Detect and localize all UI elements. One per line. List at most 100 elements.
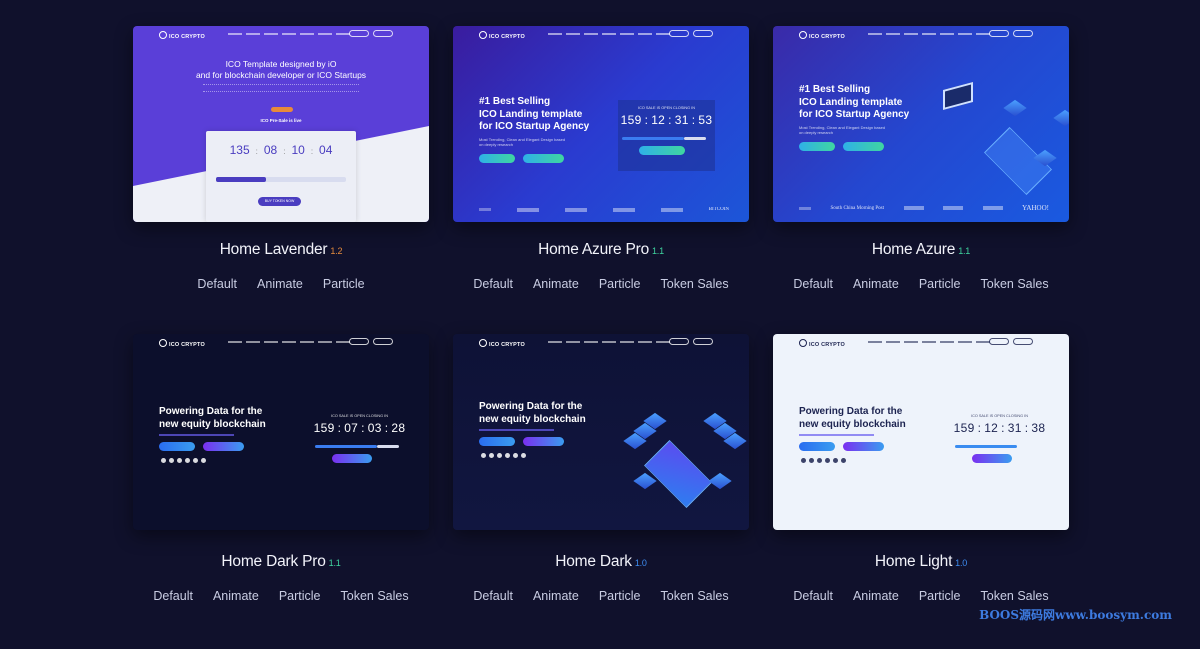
thumb-nav-link <box>282 341 296 343</box>
countdown-value: 08 <box>263 143 278 157</box>
thumb-navbar: ICO CRYPTO <box>453 334 749 350</box>
thumb-nav-links <box>228 33 350 35</box>
thumb-nav-button <box>669 30 689 37</box>
variant-link-animate[interactable]: Animate <box>853 277 899 291</box>
variant-link-default[interactable]: Default <box>793 589 833 603</box>
variant-link-particle[interactable]: Particle <box>919 589 961 603</box>
thumb-social-icon <box>505 453 510 458</box>
variant-link-token-sales[interactable]: Token Sales <box>981 277 1049 291</box>
variant-link-animate[interactable]: Animate <box>853 589 899 603</box>
partner-logo: BITCOIN <box>708 207 729 212</box>
countdown-value: 31 <box>1007 421 1022 435</box>
template-variant-links: Default Animate Particle Token Sales <box>133 589 429 603</box>
template-title: Home Azure 1.1 <box>773 241 1069 259</box>
thumb-buy-button: BUY TOKEN NOW <box>258 197 301 206</box>
isometric-cube-illustration <box>1003 99 1027 117</box>
template-thumbnail[interactable]: ICO CRYPTO ICO Template designed by iO and… <box>133 26 429 222</box>
isometric-cube-illustration <box>708 472 732 490</box>
thumb-countdown-values: 159:12:31:38 <box>951 421 1048 435</box>
thumb-countdown-title: ICO SALE IS OPEN CLOSING IN <box>331 414 388 418</box>
variant-link-particle[interactable]: Particle <box>919 277 961 291</box>
template-name: Home Dark <box>555 553 632 570</box>
countdown-separator: : <box>283 147 286 156</box>
template-title: Home Azure Pro 1.1 <box>453 241 749 259</box>
template-thumbnail[interactable]: ICO CRYPTO Powering Data for the new equit… <box>133 334 429 530</box>
thumb-nav-link <box>620 33 634 35</box>
countdown-value: 12 <box>984 421 999 435</box>
thumb-nav-link <box>548 341 562 343</box>
variant-link-animate[interactable]: Animate <box>213 589 259 603</box>
template-thumbnail[interactable]: ICO CRYPTO #1 Best Selling ICO Landing tem… <box>453 26 749 222</box>
thumb-social-icon <box>185 458 190 463</box>
thumb-logo: ICO CRYPTO <box>799 339 845 348</box>
variant-link-animate[interactable]: Animate <box>533 277 579 291</box>
variant-link-animate[interactable]: Animate <box>257 277 303 291</box>
variant-link-animate[interactable]: Animate <box>533 589 579 603</box>
thumb-countdown-values: 159:12:31:53 <box>618 113 715 127</box>
partner-logo <box>982 206 1003 210</box>
thumb-heading: new equity blockchain <box>479 413 586 425</box>
thumb-nav-link <box>638 33 652 35</box>
thumb-nav-link <box>566 341 580 343</box>
thumb-nav-link <box>904 33 918 35</box>
template-thumbnail[interactable]: ICO CRYPTO Powering Data for the new equit… <box>773 334 1069 530</box>
thumb-logo: ICO CRYPTO <box>159 31 205 40</box>
countdown-separator: : <box>310 147 314 156</box>
thumb-nav-button <box>989 30 1009 37</box>
thumb-nav-link <box>638 341 652 343</box>
thumb-partner-logos: South China Morning Post YAHOO! <box>799 204 1049 212</box>
template-thumbnail[interactable]: ICO CRYPTO Powering Data for the new equit… <box>453 334 749 530</box>
thumb-description <box>799 434 874 436</box>
thumb-nav-link <box>300 341 314 343</box>
thumb-secondary-button <box>843 141 884 151</box>
thumb-nav-links <box>548 341 670 343</box>
thumb-social-icon <box>513 453 518 458</box>
laptop-illustration <box>943 81 973 111</box>
variant-link-particle[interactable]: Particle <box>599 589 641 603</box>
thumb-nav-link <box>282 33 296 35</box>
thumb-progress-fill <box>955 445 1017 448</box>
thumb-nav-link <box>228 341 242 343</box>
thumb-nav-link <box>228 33 242 35</box>
thumb-nav-link <box>602 341 616 343</box>
thumb-secondary-button <box>843 442 884 451</box>
thumb-nav-button <box>373 30 393 37</box>
template-title: Home Lavender 1.2 <box>133 241 429 259</box>
variant-link-particle[interactable]: Particle <box>279 589 321 603</box>
template-name: Home Azure <box>871 241 956 258</box>
variant-link-token-sales[interactable]: Token Sales <box>981 589 1049 603</box>
thumb-primary-button <box>799 442 835 451</box>
variant-link-default[interactable]: Default <box>473 589 513 603</box>
thumb-countdown-values: 159:07:03:28 <box>311 421 408 435</box>
partner-logo <box>943 206 964 210</box>
isometric-platform-illustration <box>644 440 712 508</box>
thumb-logo: ICO CRYPTO <box>479 31 525 40</box>
thumb-social-icon <box>825 458 830 463</box>
variant-link-token-sales[interactable]: Token Sales <box>661 589 729 603</box>
variant-link-particle[interactable]: Particle <box>323 277 365 291</box>
countdown-separator: : <box>255 147 258 156</box>
thumb-nav-link <box>868 33 882 35</box>
thumb-social-icon <box>481 453 486 458</box>
thumb-logo: ICO CRYPTO <box>479 339 525 348</box>
template-title: Home Light 1.0 <box>773 553 1069 571</box>
partner-logo <box>612 207 635 212</box>
thumb-nav-link <box>566 33 580 35</box>
variant-link-token-sales[interactable]: Token Sales <box>661 277 729 291</box>
variant-link-default[interactable]: Default <box>793 277 833 291</box>
variant-link-default[interactable]: Default <box>197 277 237 291</box>
variant-link-particle[interactable]: Particle <box>599 277 641 291</box>
thumb-social-icon <box>201 458 206 463</box>
template-thumbnail[interactable]: ICO CRYPTO #1 Best Selling ICO Landing tem… <box>773 26 1069 222</box>
thumb-description: Most Trending, Clean and Elegant Design … <box>479 136 566 148</box>
version-badge: 1.2 <box>330 246 343 256</box>
thumb-partner-logos: BITCOIN <box>479 207 729 212</box>
thumb-progress-track <box>377 445 399 448</box>
thumb-heading: ICO Landing template <box>799 96 903 108</box>
variant-link-token-sales[interactable]: Token Sales <box>341 589 409 603</box>
countdown-separator: : <box>1024 421 1029 435</box>
thumb-nav-link <box>656 33 670 35</box>
thumb-description: Most Trending, Clean and Elegant Design … <box>799 124 886 136</box>
variant-link-default[interactable]: Default <box>153 589 193 603</box>
variant-link-default[interactable]: Default <box>473 277 513 291</box>
